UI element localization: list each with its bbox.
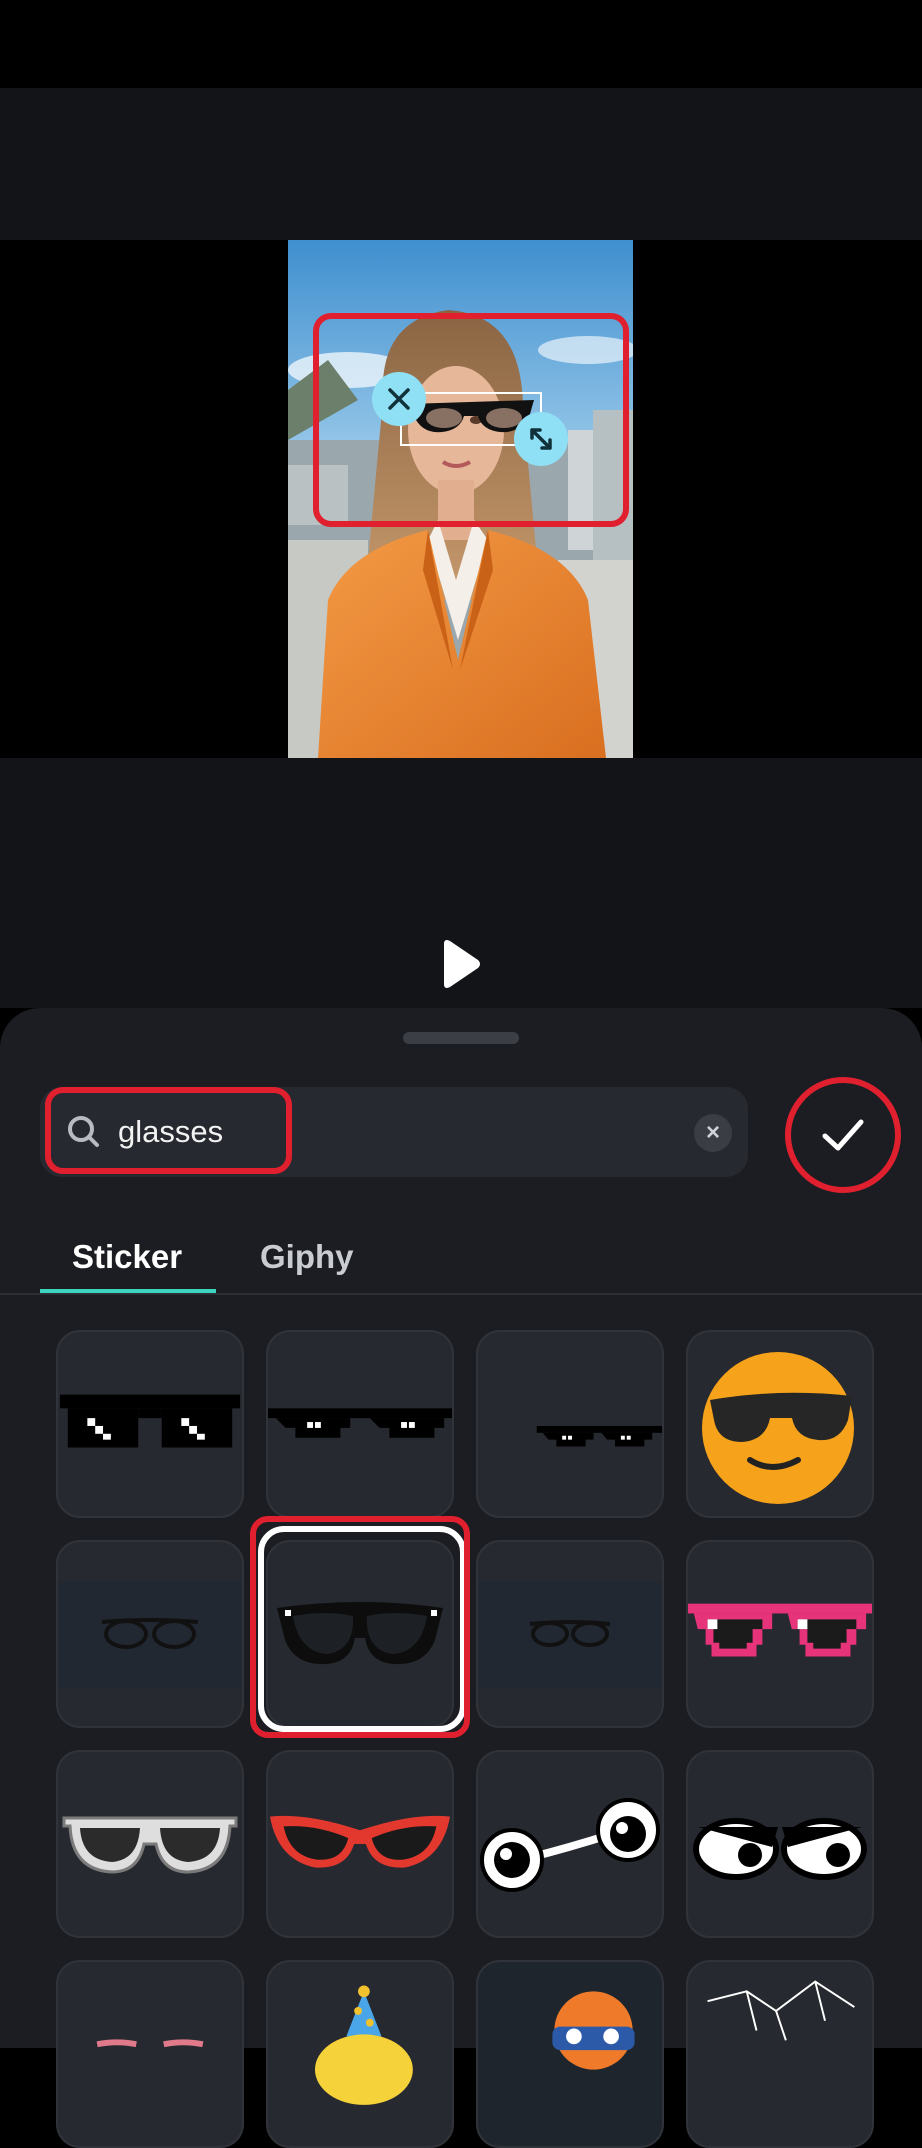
thin-glasses-icon [529,1620,611,1647]
orange-emoji-glasses-icon [552,1991,635,2070]
sticker-tile[interactable] [56,1540,244,1728]
white-frame-glasses-icon [62,1816,238,1874]
canvas-highlight-box [313,313,629,527]
sticker-tile[interactable] [686,1330,874,1518]
pink-glasses-icon [96,2039,204,2048]
red-cat-eye-sunglasses-icon [269,1815,451,1868]
status-bar [0,0,922,88]
confirm-button[interactable] [785,1077,901,1193]
thin-glasses-icon [101,1618,199,1649]
sticker-tile[interactable] [56,1750,244,1938]
play-icon[interactable] [440,938,482,990]
sticker-tile[interactable] [476,1750,664,1938]
sticker-tile[interactable] [686,1540,874,1728]
sticker-tile[interactable] [686,1960,874,2148]
tab-giphy[interactable]: Giphy [260,1232,354,1282]
pixel-sunglasses-icon [536,1425,662,1447]
drag-handle[interactable] [403,1032,519,1044]
sticker-tile[interactable] [476,1960,664,2148]
selected-tile-highlight-box [250,1516,470,1738]
sticker-tile[interactable] [266,1750,454,1938]
sticker-tile[interactable] [266,1960,454,2148]
pixel-sunglasses-icon [268,1408,452,1438]
sunglasses-emoji-icon [702,1352,854,1504]
check-icon [822,1119,864,1151]
sticker-tile[interactable] [476,1330,664,1518]
clear-search-icon[interactable]: × [694,1114,732,1152]
angry-eyes-icon [693,1818,867,1880]
googly-eyes-icon [480,1798,660,1892]
sticker-tile[interactable] [56,1960,244,2148]
sticker-tile[interactable] [686,1750,874,1938]
editor-top-area [0,88,922,240]
sticker-tile[interactable] [266,1330,454,1518]
sticker-tile[interactable] [56,1330,244,1518]
cracked-glass-icon [707,1980,855,2041]
party-hat-emoji-icon [314,1985,413,2105]
sticker-tile[interactable] [476,1540,664,1728]
tab-sticker[interactable]: Sticker [72,1232,182,1282]
pixel-glasses-icon [59,1394,241,1448]
tab-divider [0,1293,922,1295]
search-highlight-box [45,1087,292,1174]
pink-pixel-glasses-icon [688,1603,872,1657]
